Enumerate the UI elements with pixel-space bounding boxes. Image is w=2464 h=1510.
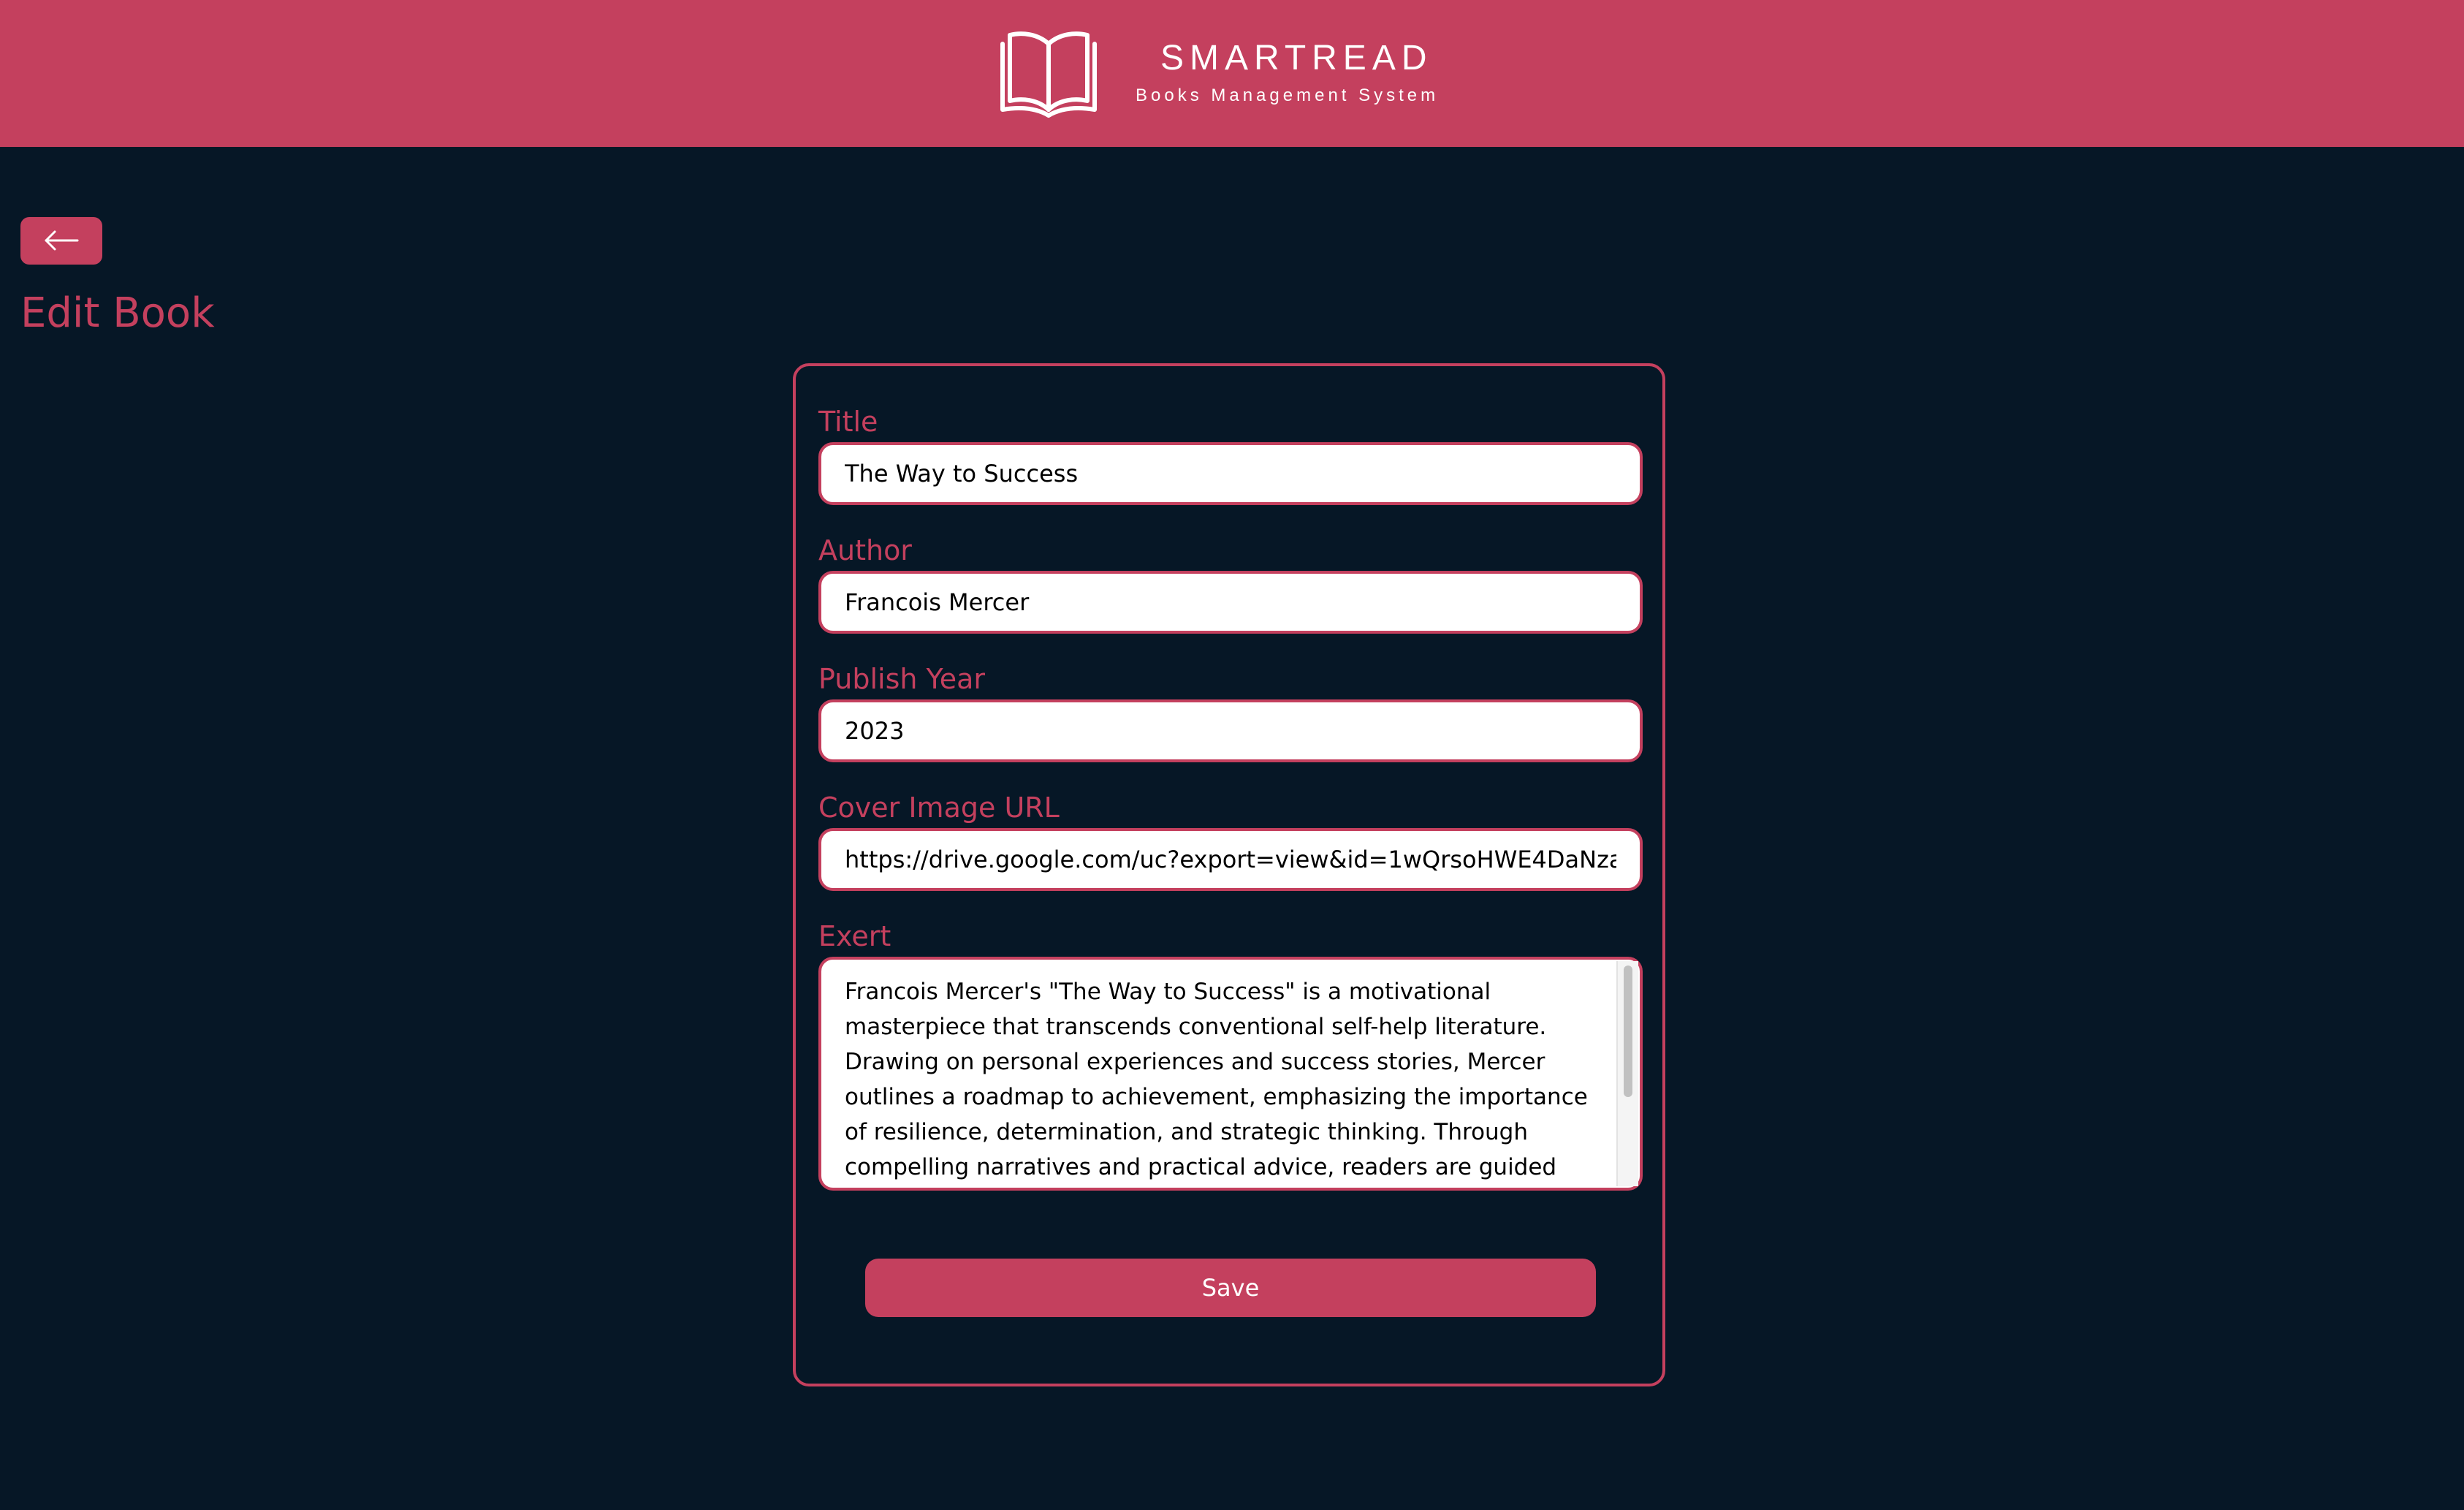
publish-year-input[interactable] <box>818 699 1643 762</box>
open-book-icon <box>1000 31 1097 118</box>
title-label: Title <box>818 406 878 438</box>
publish-year-label: Publish Year <box>818 663 985 695</box>
exert-textarea[interactable]: Francois Mercer's "The Way to Success" i… <box>818 957 1643 1191</box>
exert-scrollbar-thumb[interactable] <box>1624 965 1632 1097</box>
cover-image-url-label: Cover Image URL <box>818 792 1060 824</box>
brand-name: SMARTREAD <box>1160 39 1433 77</box>
arrow-left-icon <box>45 230 79 251</box>
exert-scrollbar[interactable] <box>1616 961 1638 1186</box>
exert-label: Exert <box>818 920 891 952</box>
brand-tagline: Books Management System <box>1136 86 1440 105</box>
app-header: SMARTREAD Books Management System <box>0 0 2464 147</box>
author-label: Author <box>818 534 912 566</box>
author-input[interactable] <box>818 571 1643 634</box>
title-input[interactable] <box>818 442 1643 505</box>
cover-image-url-input[interactable] <box>818 828 1643 891</box>
back-button[interactable] <box>20 217 102 265</box>
save-button[interactable]: Save <box>865 1259 1596 1317</box>
page-title: Edit Book <box>20 289 215 337</box>
